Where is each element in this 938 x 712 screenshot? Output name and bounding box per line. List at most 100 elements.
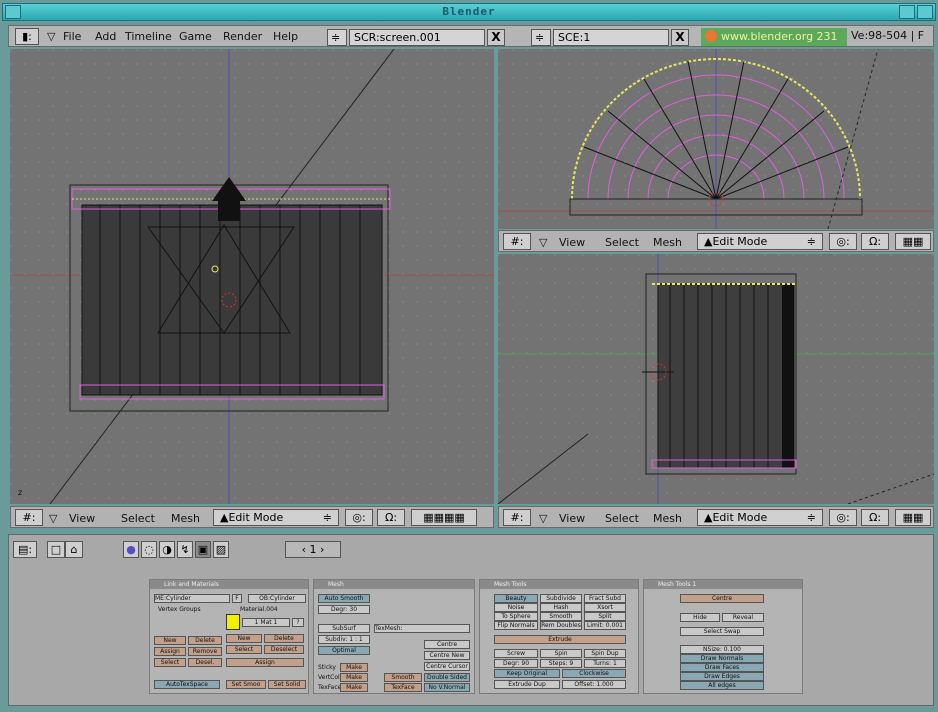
mode-select[interactable]: ▲Edit Mode ≑ [213, 509, 339, 526]
draw-faces-toggle[interactable]: Draw Faces [680, 663, 764, 672]
menu-add[interactable]: Add [95, 30, 116, 43]
double-sided-button[interactable]: Double Sided [424, 673, 470, 682]
rem-doubles-button[interactable]: Rem Doubles [540, 621, 582, 630]
to-sphere-button[interactable]: To Sphere [494, 612, 538, 621]
menu-help[interactable]: Help [273, 30, 298, 43]
vertcol-make-button[interactable]: Make [340, 673, 368, 682]
draw-type-icon[interactable]: ◎: [829, 509, 857, 526]
frame-stepper[interactable]: ‹ 1 › [285, 541, 341, 558]
no-v-normal-button[interactable]: No V.Normal [424, 683, 470, 692]
xsort-button[interactable]: Xsort [584, 603, 626, 612]
vgroup-remove-button[interactable]: Remove [188, 647, 222, 656]
material-index-field[interactable]: 1 Mat 1 [242, 618, 290, 627]
centre-tool-button[interactable]: Centre [680, 594, 764, 603]
panel-title[interactable]: Mesh Tools [480, 580, 638, 589]
menu-mesh[interactable]: Mesh [653, 512, 682, 525]
turns-field[interactable]: Turns: 1 [584, 659, 626, 668]
subdivide-button[interactable]: Subdivide [540, 594, 582, 603]
all-edges-toggle[interactable]: All edges [680, 681, 764, 690]
window-type-icon[interactable]: ▮: [15, 28, 39, 45]
menu-select[interactable]: Select [121, 512, 155, 525]
tex-face-button[interactable]: TexFace [384, 683, 422, 692]
draw-type-icon[interactable]: ◎: [829, 233, 857, 250]
material-delete-button[interactable]: Delete [264, 634, 304, 643]
vgroup-delete-button[interactable]: Delete [188, 636, 222, 645]
draw-normals-toggle[interactable]: Draw Normals [680, 654, 764, 663]
manipulator-icon[interactable]: Ω: [861, 233, 889, 250]
smooth-button[interactable]: Smooth [384, 673, 422, 682]
screw-button[interactable]: Screw [494, 649, 538, 658]
vgroup-assign-button[interactable]: Assign [154, 647, 186, 656]
full-window-icon[interactable]: □ [47, 541, 65, 558]
scene-browse-icon[interactable]: ≑ [531, 29, 551, 46]
noise-button[interactable]: Noise [494, 603, 538, 612]
extrude-button[interactable]: Extrude [494, 635, 626, 644]
set-solid-button[interactable]: Set Solid [268, 680, 306, 689]
scene-close-button[interactable]: X [671, 29, 689, 46]
texmesh-field[interactable]: TexMesh: [374, 624, 470, 633]
manipulator-icon[interactable]: Ω: [861, 509, 889, 526]
beauty-button[interactable]: Beauty [494, 594, 538, 603]
menu-timeline[interactable]: Timeline [125, 30, 172, 43]
degr-field[interactable]: Degr: 30 [318, 605, 370, 614]
clockwise-toggle[interactable]: Clockwise [562, 669, 626, 678]
mesh-name-field[interactable]: ME:Cylinder [154, 594, 230, 603]
object-name-field[interactable]: OB:Cylinder [248, 594, 306, 603]
subsurf-button[interactable]: SubSurf [318, 624, 370, 633]
flip-normals-button[interactable]: Flip Normals [494, 621, 538, 630]
menu-view[interactable]: View [559, 512, 585, 525]
viewport-side[interactable] [498, 254, 934, 504]
window-titlebar[interactable]: Blender [2, 3, 936, 21]
screen-close-button[interactable]: X [487, 29, 505, 46]
centre-button[interactable]: Centre [424, 640, 470, 649]
menu-mesh[interactable]: Mesh [653, 236, 682, 249]
vgroup-deselect-button[interactable]: Desel. [188, 658, 222, 667]
mode-select[interactable]: ▲Edit Mode ≑ [697, 509, 823, 526]
limit-field[interactable]: Limit: 0.001 [584, 621, 626, 630]
window-type-icon[interactable]: #: [503, 233, 531, 250]
split-button[interactable]: Split [584, 612, 626, 621]
fract-subd-button[interactable]: Fract Subd [584, 594, 626, 603]
nsize-field[interactable]: NSize: 0.100 [680, 645, 764, 654]
collapse-triangle-icon[interactable]: ▽ [49, 512, 57, 525]
logic-context-icon[interactable]: ● [123, 541, 139, 558]
offset-field[interactable]: Offset: 1.000 [562, 680, 626, 689]
editing-context-icon[interactable]: ▣ [195, 541, 211, 558]
vgroup-new-button[interactable]: New [154, 636, 186, 645]
draw-type-icon[interactable]: ◎: [345, 509, 373, 526]
panel-title[interactable]: Mesh [314, 580, 474, 589]
optimal-button[interactable]: Optimal [318, 646, 370, 655]
menu-select[interactable]: Select [605, 512, 639, 525]
layers-grid-icon[interactable]: ▦▦ [895, 509, 931, 526]
subdiv-field[interactable]: Subdiv: 1 : 1 [318, 635, 370, 644]
material-deselect-button[interactable]: Deselect [264, 645, 304, 654]
draw-edges-toggle[interactable]: Draw Edges [680, 672, 764, 681]
window-type-icon[interactable]: #: [503, 509, 531, 526]
extrude-dup-button[interactable]: Extrude Dup [494, 680, 560, 689]
scene-field[interactable]: SCE:1 [553, 29, 669, 46]
menu-render[interactable]: Render [223, 30, 262, 43]
menu-select[interactable]: Select [605, 236, 639, 249]
material-select-button[interactable]: Select [226, 645, 262, 654]
texface-make-button[interactable]: Make [340, 683, 368, 692]
manipulator-icon[interactable]: Ω: [377, 509, 405, 526]
home-icon[interactable]: ⌂ [65, 541, 83, 558]
material-new-button[interactable]: New [226, 634, 262, 643]
layers-grid-icon[interactable]: ▦▦▦▦ [411, 509, 477, 526]
steps-field[interactable]: Steps: 9 [540, 659, 582, 668]
screen-field[interactable]: SCR:screen.001 [349, 29, 485, 46]
collapse-triangle-icon[interactable]: ▽ [47, 30, 55, 43]
hash-button[interactable]: Hash [540, 603, 582, 612]
viewport-front[interactable]: z [10, 49, 494, 504]
object-context-icon[interactable]: ↯ [177, 541, 193, 558]
window-type-icon[interactable]: #: [15, 509, 43, 526]
menu-mesh[interactable]: Mesh [171, 512, 200, 525]
reveal-button[interactable]: Reveal [722, 613, 764, 622]
degr-tool-field[interactable]: Degr: 90 [494, 659, 538, 668]
collapse-triangle-icon[interactable]: ▽ [539, 512, 547, 525]
material-assign-button[interactable]: Assign [226, 658, 304, 667]
window-type-icon[interactable]: ▤: [13, 541, 37, 558]
menu-view[interactable]: View [69, 512, 95, 525]
keep-original-toggle[interactable]: Keep Original [494, 669, 560, 678]
window-minimize-button[interactable] [899, 5, 915, 19]
